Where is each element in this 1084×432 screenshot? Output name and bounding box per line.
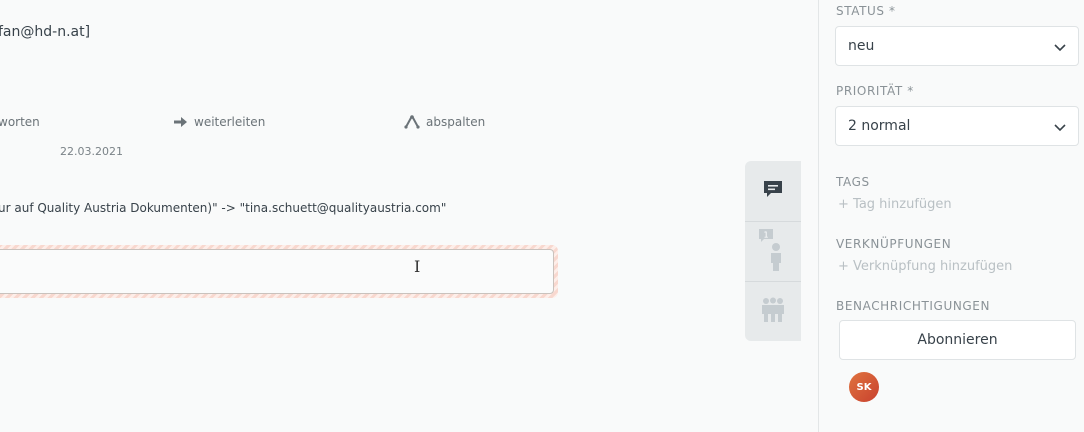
reply-action[interactable]: worten [0, 115, 40, 129]
ticket-article-area: fan@hd-n.at] worten weiterleiten abspalt… [0, 0, 818, 432]
tab-ticket[interactable] [745, 161, 801, 221]
avatar[interactable]: SK [849, 372, 879, 402]
subscribe-button[interactable]: Abonnieren [839, 320, 1076, 360]
forward-action[interactable]: weiterleiten [174, 115, 265, 129]
split-label: abspalten [426, 115, 486, 129]
chevron-down-icon [1054, 40, 1066, 56]
priority-select[interactable]: 2 normal [835, 106, 1079, 146]
article-from: fan@hd-n.at] [0, 24, 91, 40]
organization-icon [759, 297, 787, 327]
svg-text:1: 1 [763, 231, 768, 240]
split-action[interactable]: abspalten [404, 115, 485, 129]
article-body: ur auf Quality Austria Dokumenten)" -> "… [0, 201, 447, 215]
add-tag-link[interactable]: + Tag hinzufügen [838, 197, 952, 212]
article-date: 22.03.2021 [60, 145, 123, 158]
notifications-label: BENACHRICHTIGUNGEN [836, 299, 991, 313]
customer-icon: 1 [758, 229, 788, 275]
priority-label: PRIORITÄT * [836, 84, 914, 98]
status-label: STATUS * [836, 4, 896, 18]
reply-label: worten [0, 115, 40, 129]
links-label: VERKNÜPFUNGEN [836, 237, 952, 251]
ticket-sidebar: STATUS * neu PRIORITÄT * 2 normal TAGS +… [818, 0, 1084, 432]
forward-label: weiterleiten [194, 115, 266, 129]
reply-text-field[interactable] [0, 249, 554, 294]
text-cursor-icon: I [414, 257, 421, 276]
status-select[interactable]: neu [835, 26, 1079, 66]
tab-customer[interactable]: 1 [745, 221, 801, 282]
chevron-down-icon [1054, 120, 1066, 136]
status-value: neu [848, 38, 875, 54]
tab-organization[interactable] [745, 281, 801, 342]
reply-field-wrapper [0, 245, 558, 298]
split-icon [404, 115, 420, 129]
sidebar-tabs: 1 [745, 161, 801, 341]
tags-label: TAGS [836, 175, 870, 189]
priority-value: 2 normal [848, 118, 911, 134]
add-link-link[interactable]: + Verknüpfung hinzufügen [838, 259, 1012, 274]
arrow-right-icon [174, 116, 188, 128]
chat-bubble-icon [762, 179, 784, 203]
